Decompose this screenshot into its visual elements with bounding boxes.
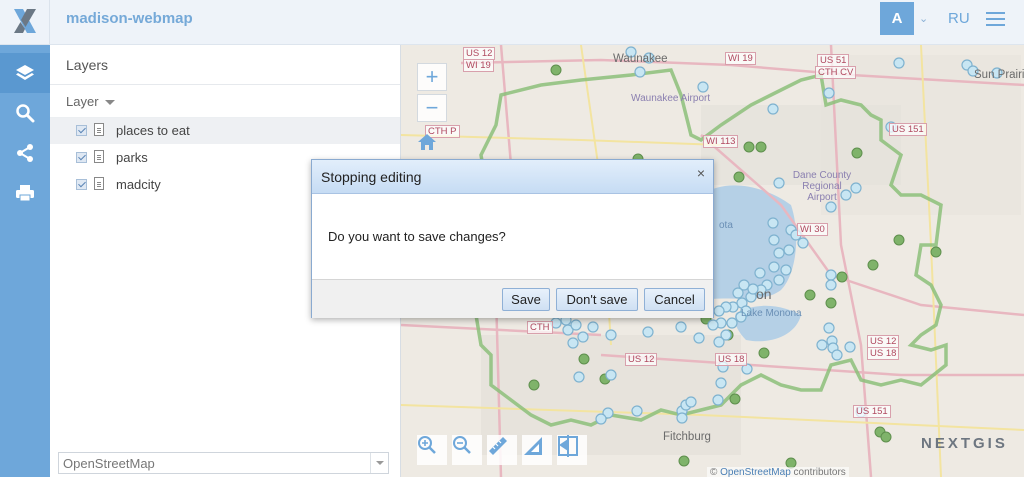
zoom-out-button[interactable]: −	[417, 94, 447, 122]
divider	[50, 84, 400, 85]
zoom-in-magnifier-icon	[418, 436, 436, 454]
layer-label: parks	[116, 150, 148, 165]
layer-label: places to eat	[116, 123, 190, 138]
road-shield: CTH	[527, 321, 553, 334]
zoom-in-button[interactable]: +	[417, 63, 447, 91]
road-shield: CTH CV	[815, 66, 857, 79]
map-label: Waunakee	[613, 53, 668, 65]
map-label: Lake Monona	[741, 308, 802, 319]
dont-save-button[interactable]: Don't save	[556, 288, 638, 311]
dialog-message: Do you want to save changes?	[328, 229, 506, 244]
map-label: Dane County Regional Airport	[792, 170, 852, 203]
search-icon	[16, 104, 35, 123]
map-label: ota	[719, 220, 733, 231]
layer-checkbox[interactable]	[76, 152, 87, 163]
ruler-icon	[489, 437, 507, 455]
sidebar-item-layers[interactable]	[0, 53, 50, 93]
basemap-select-value: OpenStreetMap	[63, 456, 155, 471]
layer-checkbox[interactable]	[76, 125, 87, 136]
zoom-in-tool-button[interactable]	[417, 435, 447, 465]
layer-label: madcity	[116, 177, 161, 192]
layer-row[interactable]: places to eat	[50, 118, 400, 144]
home-extent-button[interactable]	[417, 133, 447, 161]
zoom-out-magnifier-icon	[453, 436, 471, 454]
cancel-button[interactable]: Cancel	[644, 288, 705, 311]
basemap-select[interactable]: OpenStreetMap	[58, 452, 389, 474]
map-attribution: © OpenStreetMap contributors	[707, 467, 849, 477]
document-icon	[94, 177, 104, 190]
language-switch[interactable]: RU	[948, 10, 970, 27]
chevron-down-icon[interactable]	[370, 453, 388, 473]
road-shield: US 12	[625, 353, 658, 366]
stopping-editing-dialog: Stopping editing × Do you want to save c…	[311, 159, 714, 318]
hamburger-menu-icon[interactable]	[986, 12, 1005, 28]
app-title[interactable]: madison-webmap	[66, 10, 193, 27]
dialog-footer: Save Don't save Cancel	[312, 279, 713, 318]
save-button[interactable]: Save	[502, 288, 550, 311]
identify-button[interactable]	[557, 435, 587, 465]
road-shield: US 18	[867, 347, 900, 360]
nextgis-brand-logo: NEXTGIS	[921, 435, 1008, 452]
document-icon	[94, 123, 104, 136]
dialog-title-bar[interactable]: Stopping editing ×	[312, 160, 713, 194]
road-shield: WI 113	[703, 135, 739, 148]
area-triangle-icon	[524, 437, 542, 455]
left-sidebar	[0, 45, 50, 477]
sidebar-item-print[interactable]	[0, 173, 50, 213]
map-identify-icon	[558, 435, 578, 457]
map-label: on	[756, 286, 772, 302]
user-avatar-button[interactable]: A	[880, 2, 914, 35]
measure-area-button[interactable]	[522, 435, 552, 465]
chevron-down-icon[interactable]: ⌄	[919, 12, 928, 25]
top-header: madison-webmap A ⌄ RU	[0, 0, 1024, 45]
road-shield: WI 30	[797, 223, 828, 236]
close-icon[interactable]: ×	[697, 165, 705, 181]
road-shield: US 151	[889, 123, 927, 136]
panel-title: Layers	[66, 57, 109, 73]
map-label: Fitchburg	[663, 431, 711, 443]
layer-column-header[interactable]: Layer	[66, 94, 115, 109]
document-icon	[94, 150, 104, 163]
road-shield: US 18	[715, 353, 748, 366]
dialog-title: Stopping editing	[321, 169, 422, 185]
road-shield: WI 19	[463, 59, 494, 72]
road-shield: WI 19	[725, 52, 756, 65]
layers-icon	[16, 65, 34, 80]
road-shield: US 151	[853, 405, 891, 418]
map-label: Waunakee Airport	[631, 93, 711, 104]
layer-checkbox[interactable]	[76, 179, 87, 190]
zoom-out-tool-button[interactable]	[452, 435, 482, 465]
map-label: Sun Prairie	[974, 69, 1024, 81]
openstreetmap-link[interactable]: OpenStreetMap	[720, 467, 791, 477]
print-icon	[16, 185, 34, 202]
sidebar-item-share[interactable]	[0, 133, 50, 173]
share-icon	[17, 144, 33, 162]
home-icon	[418, 134, 436, 150]
sidebar-item-search[interactable]	[0, 93, 50, 133]
header-divider	[49, 0, 50, 44]
measure-distance-button[interactable]	[487, 435, 517, 465]
sort-caret-icon	[104, 100, 115, 106]
nextgis-logo-icon[interactable]	[10, 6, 40, 36]
